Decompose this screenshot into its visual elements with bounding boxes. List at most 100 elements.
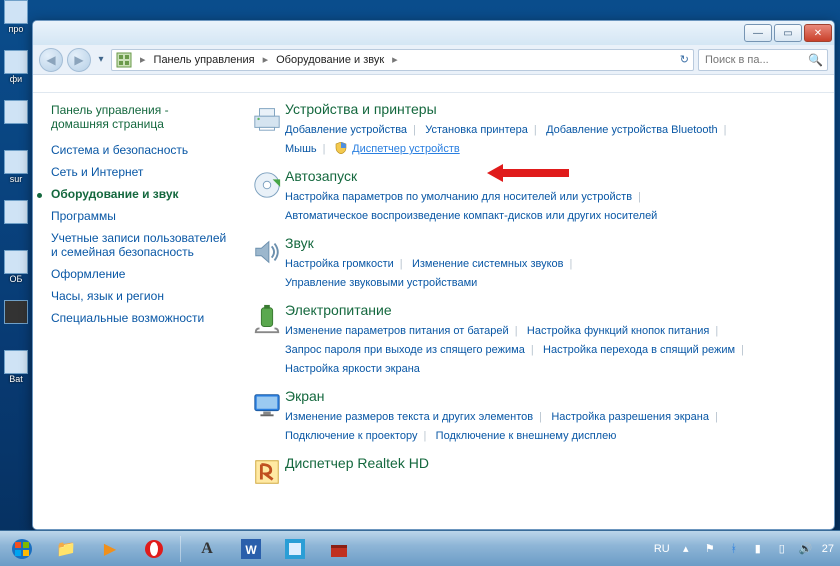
menu-bar xyxy=(33,75,834,93)
taskbar-app[interactable] xyxy=(276,534,314,564)
search-icon: 🔍 xyxy=(808,53,823,67)
search-input[interactable] xyxy=(703,53,808,67)
sidebar-item-network[interactable]: Сеть и Интернет xyxy=(51,165,233,179)
sidebar-home-line: домашняя страница xyxy=(51,117,164,131)
display-icon xyxy=(249,388,285,445)
desktop-icons-column: про фи sur ОБ Bat xyxy=(3,0,31,400)
nav-forward-button[interactable]: ▶ xyxy=(67,48,91,72)
link-external-display[interactable]: Подключение к внешнему дисплею xyxy=(436,430,617,442)
link-resolution[interactable]: Настройка разрешения экрана xyxy=(551,411,709,423)
link-add-bluetooth[interactable]: Добавление устройства Bluetooth xyxy=(546,124,718,136)
link-text-size[interactable]: Изменение размеров текста и других элеме… xyxy=(285,411,533,423)
link-require-password[interactable]: Запрос пароля при выходе из спящего режи… xyxy=(285,344,525,356)
link-volume[interactable]: Настройка громкости xyxy=(285,258,394,270)
taskbar-explorer[interactable]: 📁 xyxy=(47,534,85,564)
link-add-printer[interactable]: Установка принтера xyxy=(425,124,528,136)
section-devices-printers: Устройства и принтеры Добавление устройс… xyxy=(249,101,824,158)
address-bar: ◀ ▶ ▾ ▸ Панель управления ▸ Оборудование… xyxy=(33,45,834,75)
power-icon xyxy=(249,302,285,378)
realtek-icon xyxy=(249,455,285,487)
chevron-right-icon: ▸ xyxy=(392,53,398,66)
sidebar-item-clock-region[interactable]: Часы, язык и регион xyxy=(51,289,233,303)
link-sleep-settings[interactable]: Настройка перехода в спящий режим xyxy=(543,344,735,356)
devices-printers-icon xyxy=(249,101,285,158)
link-battery-settings[interactable]: Изменение параметров питания от батарей xyxy=(285,325,509,337)
tray-flag-icon[interactable]: ⚑ xyxy=(702,541,718,557)
nav-history-dropdown[interactable]: ▾ xyxy=(95,54,107,65)
link-manage-audio[interactable]: Управление звуковыми устройствами xyxy=(285,277,477,289)
tray-network-icon[interactable]: ▮ xyxy=(750,541,766,557)
sidebar-item-appearance[interactable]: Оформление xyxy=(51,267,233,281)
control-panel-window: — ▭ ✕ ◀ ▶ ▾ ▸ Панель управления ▸ Оборуд… xyxy=(32,20,835,530)
sidebar-item-user-accounts[interactable]: Учетные записи пользователей и семейная … xyxy=(51,231,233,259)
section-title[interactable]: Электропитание xyxy=(285,302,824,318)
content-area: Панель управления - домашняя страница Си… xyxy=(33,93,834,529)
taskbar-separator xyxy=(180,536,181,562)
minimize-button[interactable]: — xyxy=(744,24,772,42)
section-title[interactable]: Устройства и принтеры xyxy=(285,101,824,117)
section-realtek: Диспетчер Realtek HD xyxy=(249,455,824,487)
breadcrumb-segment[interactable]: Оборудование и звук xyxy=(272,52,388,68)
section-links: Изменение размеров текста и других элеме… xyxy=(285,407,824,445)
close-button[interactable]: ✕ xyxy=(804,24,832,42)
section-title[interactable]: Диспетчер Realtek HD xyxy=(285,455,824,471)
sidebar-item-system[interactable]: Система и безопасность xyxy=(51,143,233,157)
taskbar-word[interactable]: W xyxy=(232,534,270,564)
section-title[interactable]: Звук xyxy=(285,235,824,251)
breadcrumb-segment[interactable]: Панель управления xyxy=(150,52,259,68)
link-projector[interactable]: Подключение к проектору xyxy=(285,430,417,442)
desktop-icon[interactable]: фи xyxy=(3,50,29,90)
maximize-button[interactable]: ▭ xyxy=(774,24,802,42)
link-system-sounds[interactable]: Изменение системных звуков xyxy=(412,258,564,270)
language-indicator[interactable]: RU xyxy=(654,543,670,555)
section-title[interactable]: Экран xyxy=(285,388,824,404)
sidebar-home-line: Панель управления - xyxy=(51,103,169,117)
section-sound: Звук Настройка громкости| Изменение сист… xyxy=(249,235,824,292)
link-brightness[interactable]: Настройка яркости экрана xyxy=(285,363,420,375)
taskbar[interactable]: 📁 ▶ A W RU ▴ ⚑ ᚼ ▮ ▯ 🔊 27 xyxy=(0,530,840,566)
sidebar-item-programs[interactable]: Программы xyxy=(51,209,233,223)
search-box[interactable]: 🔍 xyxy=(698,49,828,71)
chevron-right-icon: ▸ xyxy=(263,53,269,66)
desktop-icon[interactable]: Bat xyxy=(3,350,29,390)
section-links: Изменение параметров питания от батарей|… xyxy=(285,321,824,378)
main-pane: Устройства и принтеры Добавление устройс… xyxy=(241,93,834,529)
window-titlebar[interactable]: — ▭ ✕ xyxy=(33,21,834,45)
sidebar-item-ease-of-access[interactable]: Специальные возможности xyxy=(51,311,233,325)
link-device-manager[interactable]: Диспетчер устройств xyxy=(352,143,460,155)
section-links: Настройка громкости| Изменение системных… xyxy=(285,254,824,292)
link-autoplay-defaults[interactable]: Настройка параметров по умолчанию для но… xyxy=(285,191,632,203)
taskbar-app-a[interactable]: A xyxy=(188,534,226,564)
desktop-icon[interactable]: про xyxy=(3,0,29,40)
autoplay-icon xyxy=(249,168,285,225)
sidebar-home-link[interactable]: Панель управления - домашняя страница xyxy=(51,103,233,131)
tray-volume-icon[interactable]: 🔊 xyxy=(798,541,814,557)
nav-back-button[interactable]: ◀ xyxy=(39,48,63,72)
desktop-icon[interactable] xyxy=(3,300,29,340)
link-autoplay-cd[interactable]: Автоматическое воспроизведение компакт-д… xyxy=(285,210,657,222)
section-display: Экран Изменение размеров текста и других… xyxy=(249,388,824,445)
tray-date-fragment[interactable]: 27 xyxy=(822,543,834,555)
taskbar-opera[interactable] xyxy=(135,534,173,564)
tray-bluetooth-icon[interactable]: ᚼ xyxy=(726,541,742,557)
desktop-icon[interactable] xyxy=(3,200,29,240)
link-power-buttons[interactable]: Настройка функций кнопок питания xyxy=(527,325,709,337)
control-panel-icon xyxy=(116,52,132,68)
breadcrumb[interactable]: ▸ Панель управления ▸ Оборудование и зву… xyxy=(111,49,694,71)
link-add-device[interactable]: Добавление устройства xyxy=(285,124,407,136)
sidebar-item-hardware-sound[interactable]: Оборудование и звук xyxy=(51,187,233,201)
taskbar-app-toolbox[interactable] xyxy=(320,534,358,564)
refresh-icon[interactable]: ↻ xyxy=(680,53,689,66)
link-mouse[interactable]: Мышь xyxy=(285,143,317,155)
start-button[interactable] xyxy=(3,534,41,564)
tray-battery-icon[interactable]: ▯ xyxy=(774,541,790,557)
section-links: Добавление устройства| Установка принтер… xyxy=(285,120,824,158)
desktop-icon[interactable]: ОБ xyxy=(3,250,29,290)
sound-icon xyxy=(249,235,285,292)
tray-show-hidden-icon[interactable]: ▴ xyxy=(678,541,694,557)
section-power: Электропитание Изменение параметров пита… xyxy=(249,302,824,378)
taskbar-mediaplayer[interactable]: ▶ xyxy=(91,534,129,564)
desktop-icon[interactable]: sur xyxy=(3,150,29,190)
desktop-icon[interactable] xyxy=(3,100,29,140)
svg-text:W: W xyxy=(245,543,257,557)
